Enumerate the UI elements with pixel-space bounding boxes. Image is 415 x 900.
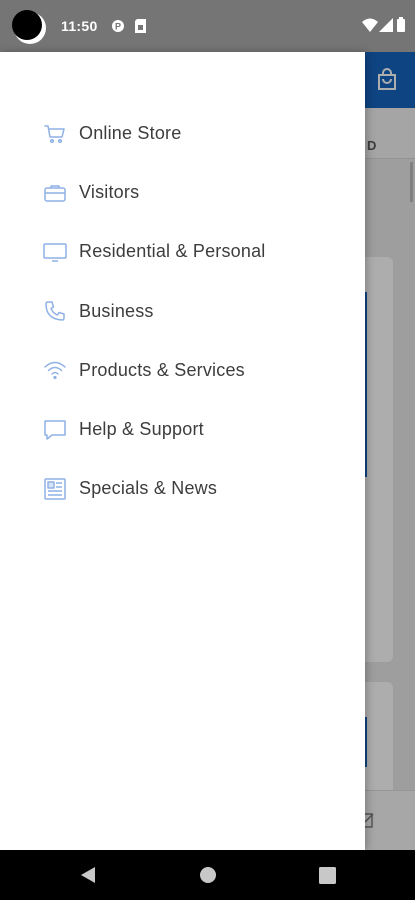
back-icon[interactable] <box>78 865 98 885</box>
screen: 11:50 P D Online Store Visitors Resident… <box>0 0 415 900</box>
signal-icon <box>379 18 393 37</box>
menu-item-help-support[interactable]: Help & Support <box>0 400 365 459</box>
menu-item-label: Online Store <box>79 123 182 144</box>
wifi-icon <box>362 18 378 37</box>
menu-item-label: Residential & Personal <box>79 241 266 262</box>
chat-bubble-icon <box>42 417 68 443</box>
sim-card-icon <box>135 19 146 38</box>
menu-item-business[interactable]: Business <box>0 282 365 341</box>
home-icon[interactable] <box>198 865 218 885</box>
menu-item-visitors[interactable]: Visitors <box>0 163 365 222</box>
status-bar: 11:50 P <box>0 0 415 52</box>
battery-icon <box>397 17 405 37</box>
navigation-drawer: Online Store Visitors Residential & Pers… <box>0 52 365 850</box>
menu-item-label: Specials & News <box>79 478 218 499</box>
menu-item-label: Visitors <box>79 182 140 203</box>
menu-item-specials-news[interactable]: Specials & News <box>0 459 365 518</box>
newspaper-icon <box>42 476 68 502</box>
menu-item-residential-personal[interactable]: Residential & Personal <box>0 222 365 281</box>
recents-icon[interactable] <box>317 865 337 885</box>
menu-item-online-store[interactable]: Online Store <box>0 104 365 163</box>
data-saver-icon: P <box>111 19 125 38</box>
drawer-menu: Online Store Visitors Residential & Pers… <box>0 104 365 518</box>
status-time: 11:50 <box>61 18 98 34</box>
menu-item-products-services[interactable]: Products & Services <box>0 341 365 400</box>
menu-item-label: Help & Support <box>79 419 204 440</box>
camera-cutout <box>12 10 46 44</box>
cart-icon <box>42 121 68 147</box>
monitor-icon <box>42 239 68 265</box>
wifi-icon <box>42 357 68 383</box>
menu-item-label: Products & Services <box>79 359 245 380</box>
system-navigation-bar <box>0 850 415 900</box>
menu-item-label: Business <box>79 300 154 321</box>
phone-icon <box>42 298 68 324</box>
briefcase-icon <box>42 180 68 206</box>
svg-text:P: P <box>115 22 121 32</box>
